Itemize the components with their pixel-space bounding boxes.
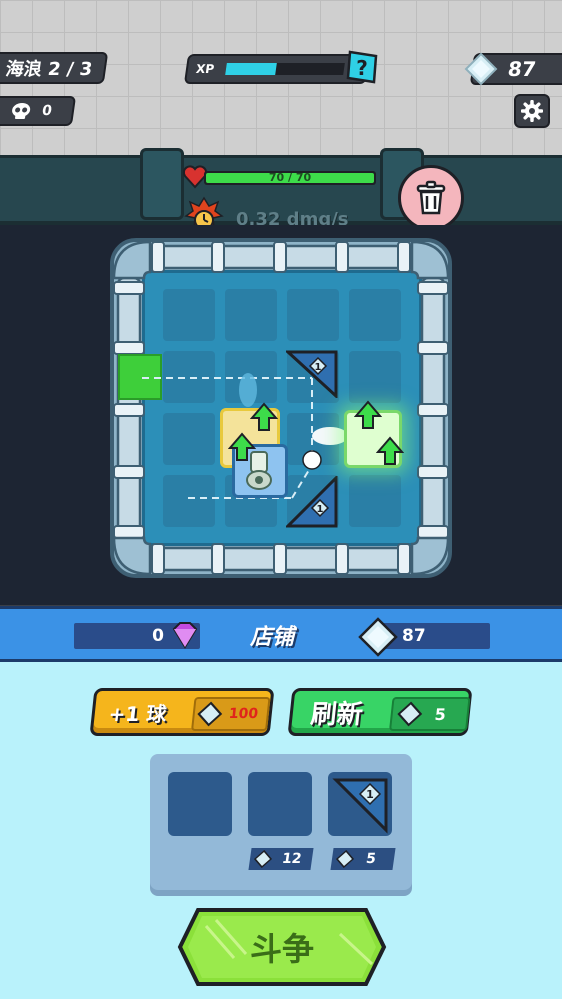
skull-icon (12, 103, 31, 119)
diamond-icon (358, 617, 398, 657)
crystal-count: 0 (152, 626, 164, 646)
ramp-tier-label: 1 (317, 504, 324, 515)
refresh-price-value: 5 (433, 704, 447, 724)
shop-header-bar: 0 店铺 87 (0, 606, 562, 662)
trash-icon (416, 180, 446, 215)
xp-bar: XP (183, 54, 371, 84)
kill-counter: 0 (0, 96, 77, 126)
purple-crystal-icon (172, 622, 198, 649)
shop-slot-empty[interactable] (168, 772, 232, 836)
shop-slot-price: 12 (248, 848, 314, 870)
ramp-tier-label: 1 (315, 362, 322, 373)
hp-label: 70 / 70 (268, 171, 312, 184)
xp-label: XP (195, 62, 216, 76)
wave-counter: 海浪 2 / 3 (0, 52, 109, 84)
wave-label: 海浪 2 / 3 (4, 59, 94, 80)
shop-slot-price: 5 (330, 848, 396, 870)
refresh-button[interactable]: 刷新 5 (287, 688, 473, 736)
xp-track (225, 63, 345, 75)
shop-items-panel: 1 12 5 (150, 754, 412, 890)
hp-bar: 70 / 70 (204, 171, 376, 185)
shop-slot-ramp[interactable]: 1 (328, 772, 392, 836)
upgrade-arrow-icon (354, 400, 382, 429)
shop-slot-empty[interactable] (248, 772, 312, 836)
trash-button[interactable] (398, 165, 464, 231)
shop-title: 店铺 (250, 625, 295, 650)
shop-slot-price-value: 5 (364, 851, 377, 867)
xp-info-icon[interactable]: ? (344, 48, 380, 86)
upgrade-arrow-icon (250, 402, 278, 431)
cannon-icon (246, 451, 272, 490)
refresh-label: 刷新 (309, 699, 365, 730)
diamond-icon (397, 701, 423, 727)
xp-fill (225, 63, 277, 75)
diamond-icon (253, 850, 273, 868)
diamond-icon (464, 52, 498, 86)
gear-icon (521, 100, 543, 122)
svg-text:?: ? (356, 56, 368, 80)
wall-pillar-left (140, 148, 184, 220)
add-ball-price-value: 100 (227, 706, 259, 722)
upgrade-arrow-icon (376, 436, 404, 465)
add-ball-label: +1 球 (107, 701, 168, 726)
ramp-item-icon: 1 (332, 778, 388, 834)
kill-count: 0 (40, 103, 53, 119)
shop-gem-count: 87 (402, 626, 426, 646)
settings-button[interactable] (514, 94, 550, 128)
add-ball-price: 100 (191, 697, 271, 731)
fight-label: 斗争 (249, 930, 314, 968)
ramp-item-tier: 1 (366, 788, 374, 801)
ramp-piece[interactable]: 1 (286, 476, 338, 528)
ramp-piece[interactable]: 1 (286, 350, 338, 398)
diamond-icon (335, 850, 355, 868)
fight-button[interactable]: 斗争 (176, 906, 388, 988)
refresh-price: 5 (389, 697, 471, 731)
shop-slot-price-value: 12 (280, 851, 303, 867)
add-ball-button[interactable]: +1 球 100 (89, 688, 275, 736)
gem-count: 87 (506, 57, 538, 81)
diamond-icon (197, 701, 223, 727)
